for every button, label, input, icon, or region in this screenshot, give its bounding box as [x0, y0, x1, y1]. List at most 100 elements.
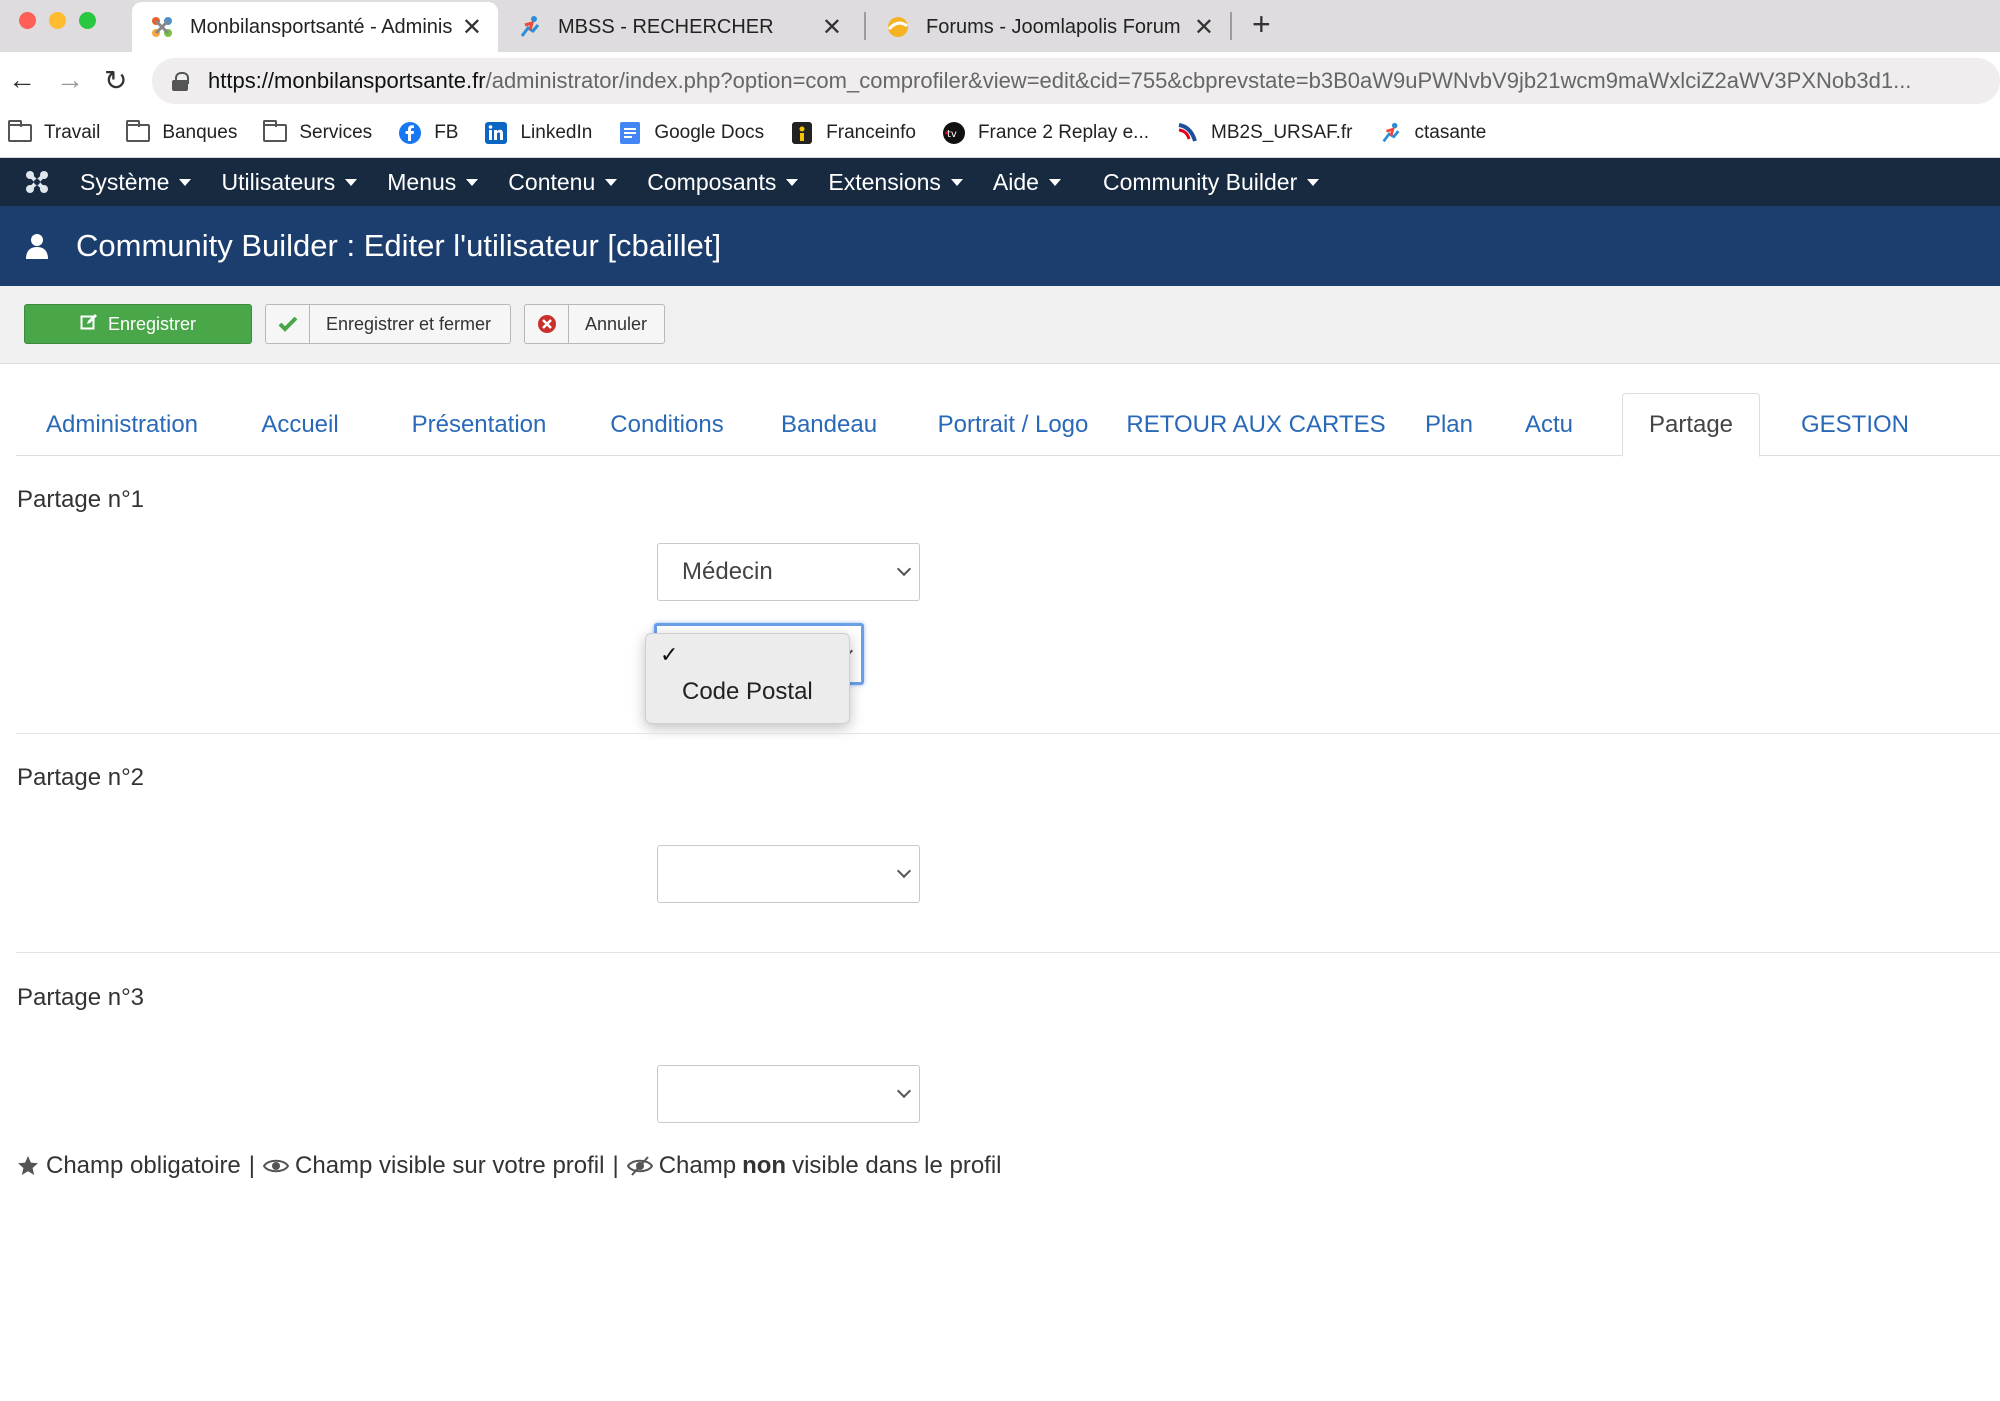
folder-icon — [263, 119, 288, 144]
bookmark-label: Banques — [162, 121, 238, 143]
forward-arrow-icon[interactable]: → — [56, 64, 84, 96]
window-maximize-button[interactable] — [79, 12, 96, 29]
tab-partage[interactable]: Partage — [1622, 393, 1760, 457]
bookmark-label: Google Docs — [654, 121, 765, 143]
user-icon — [26, 234, 48, 259]
lock-icon — [172, 72, 189, 91]
bookmark-france2[interactable]: tv France 2 Replay e... — [942, 121, 1149, 144]
tab-retour-aux-cartes[interactable]: RETOUR AUX CARTES — [1126, 393, 1386, 456]
caret-down-icon — [786, 178, 799, 186]
bookmark-banques[interactable]: Banques — [126, 119, 238, 144]
eye-slash-icon — [626, 1155, 653, 1177]
tab-plan[interactable]: Plan — [1414, 393, 1484, 456]
save-label: Enregistrer — [107, 313, 197, 334]
page-title-bar: Community Builder : Editer l'utilisateur… — [0, 206, 2000, 286]
tab-portrait-logo[interactable]: Portrait / Logo — [914, 393, 1112, 456]
close-tab-icon[interactable]: ✕ — [1194, 13, 1214, 42]
partage-3-select[interactable] — [657, 1065, 920, 1123]
joomlapolis-favicon-icon — [884, 13, 912, 41]
menu-community-builder[interactable]: Community Builder — [1102, 168, 1320, 196]
section-divider — [16, 733, 2000, 734]
back-arrow-icon[interactable]: ← — [8, 64, 36, 96]
caret-down-icon — [1048, 178, 1061, 186]
bookmark-label: Travail — [44, 121, 101, 143]
bookmark-ctasante[interactable]: ctasante — [1379, 121, 1487, 144]
menu-contenu[interactable]: Contenu — [508, 169, 618, 196]
tab-separator — [864, 12, 866, 40]
caret-down-icon — [345, 178, 358, 186]
browser-tab-bar: Monbilansportsanté - Administ ✕ MBSS - R… — [0, 0, 2000, 52]
window-minimize-button[interactable] — [49, 12, 66, 29]
edit-icon — [80, 313, 98, 336]
joomla-logo-icon[interactable] — [22, 167, 52, 197]
menu-label: Community Builder — [1102, 168, 1298, 195]
dropdown-option-empty[interactable]: ✓ — [646, 634, 849, 676]
caret-down-icon — [1307, 178, 1320, 186]
legend-separator: | — [612, 1152, 619, 1179]
tab-actu[interactable]: Actu — [1514, 393, 1584, 456]
window-close-button[interactable] — [19, 12, 36, 29]
partage-1-type-select[interactable]: Médecin — [657, 543, 920, 601]
folder-icon — [8, 119, 32, 144]
menu-menus[interactable]: Menus — [387, 168, 479, 196]
google-docs-icon — [618, 121, 642, 144]
bookmark-fb[interactable]: FB — [398, 121, 458, 144]
menu-label: Utilisateurs — [221, 168, 336, 195]
tab-gestion[interactable]: GESTION — [1784, 393, 1926, 456]
tab-administration[interactable]: Administration — [16, 393, 228, 456]
browser-tab-title: MBSS - RECHERCHER — [558, 15, 774, 38]
bookmark-label: ctasante — [1414, 121, 1487, 143]
new-tab-button[interactable]: + — [1252, 6, 1271, 43]
menu-label: Menus — [387, 168, 457, 195]
tab-presentation[interactable]: Présentation — [388, 393, 570, 456]
profile-tabs: Administration Accueil Présentation Cond… — [16, 393, 2000, 457]
browser-tab-mbss[interactable]: MBSS - RECHERCHER ✕ — [500, 2, 858, 52]
section-label-partage-1: Partage n°1 — [17, 486, 145, 513]
legend-visible: Champ visible sur votre profil — [295, 1152, 605, 1179]
tab-bandeau[interactable]: Bandeau — [762, 393, 896, 456]
runner-icon — [1379, 122, 1403, 144]
url-host: https://monbilansportsante.fr — [208, 68, 486, 93]
save-close-label: Enregistrer et fermer — [326, 313, 492, 334]
cancel-label: Annuler — [585, 313, 648, 334]
close-tab-icon[interactable]: ✕ — [822, 13, 842, 42]
section-divider — [16, 952, 2000, 953]
save-button[interactable]: Enregistrer — [24, 304, 252, 344]
menu-extensions[interactable]: Extensions — [828, 169, 963, 196]
bookmark-franceinfo[interactable]: Franceinfo — [790, 121, 916, 144]
browser-tab-forums[interactable]: Forums - Joomlapolis Forum ✕ — [868, 2, 1230, 52]
menu-label: Aide — [992, 168, 1039, 195]
bookmark-ursaf[interactable]: MB2S_URSAF.fr — [1175, 122, 1353, 144]
save-close-button[interactable]: Enregistrer et fermer — [265, 304, 511, 344]
cancel-button[interactable]: Annuler — [524, 304, 665, 344]
tab-accueil[interactable]: Accueil — [242, 393, 358, 456]
bookmark-travail[interactable]: Travail — [8, 119, 101, 144]
chevron-down-icon — [896, 863, 912, 879]
select-dropdown-menu: ✓ Code Postal — [645, 633, 850, 724]
close-tab-icon[interactable]: ✕ — [462, 13, 482, 42]
reload-icon[interactable]: ↻ — [104, 64, 127, 97]
linkedin-icon — [484, 121, 508, 144]
menu-systeme[interactable]: Système — [80, 169, 192, 196]
browser-tab-monbilan[interactable]: Monbilansportsanté - Administ ✕ — [132, 2, 498, 52]
legend-not-visible-pre: Champ — [658, 1152, 737, 1179]
dropdown-option-code-postal[interactable]: Code Postal — [646, 678, 849, 718]
bookmark-services[interactable]: Services — [263, 119, 373, 144]
menu-aide[interactable]: Aide — [993, 169, 1061, 196]
bookmark-label: LinkedIn — [520, 121, 593, 143]
bookmark-google-docs[interactable]: Google Docs — [618, 121, 765, 144]
bookmark-linkedin[interactable]: LinkedIn — [484, 121, 593, 144]
menu-utilisateurs[interactable]: Utilisateurs — [221, 168, 358, 196]
svg-text:tv: tv — [947, 129, 957, 140]
url-field[interactable]: https://monbilansportsante.fr/administra… — [152, 58, 2000, 104]
partage-2-select[interactable] — [657, 845, 920, 903]
ursaf-icon — [1175, 122, 1199, 144]
menu-composants[interactable]: Composants — [647, 169, 799, 196]
cancel-circle-icon — [525, 305, 569, 343]
caret-down-icon — [179, 178, 192, 186]
bookmark-label: Services — [299, 121, 373, 143]
tab-conditions[interactable]: Conditions — [586, 393, 748, 456]
caret-down-icon — [605, 178, 618, 186]
eye-icon — [263, 1156, 290, 1176]
joomla-favicon-icon — [148, 13, 176, 41]
